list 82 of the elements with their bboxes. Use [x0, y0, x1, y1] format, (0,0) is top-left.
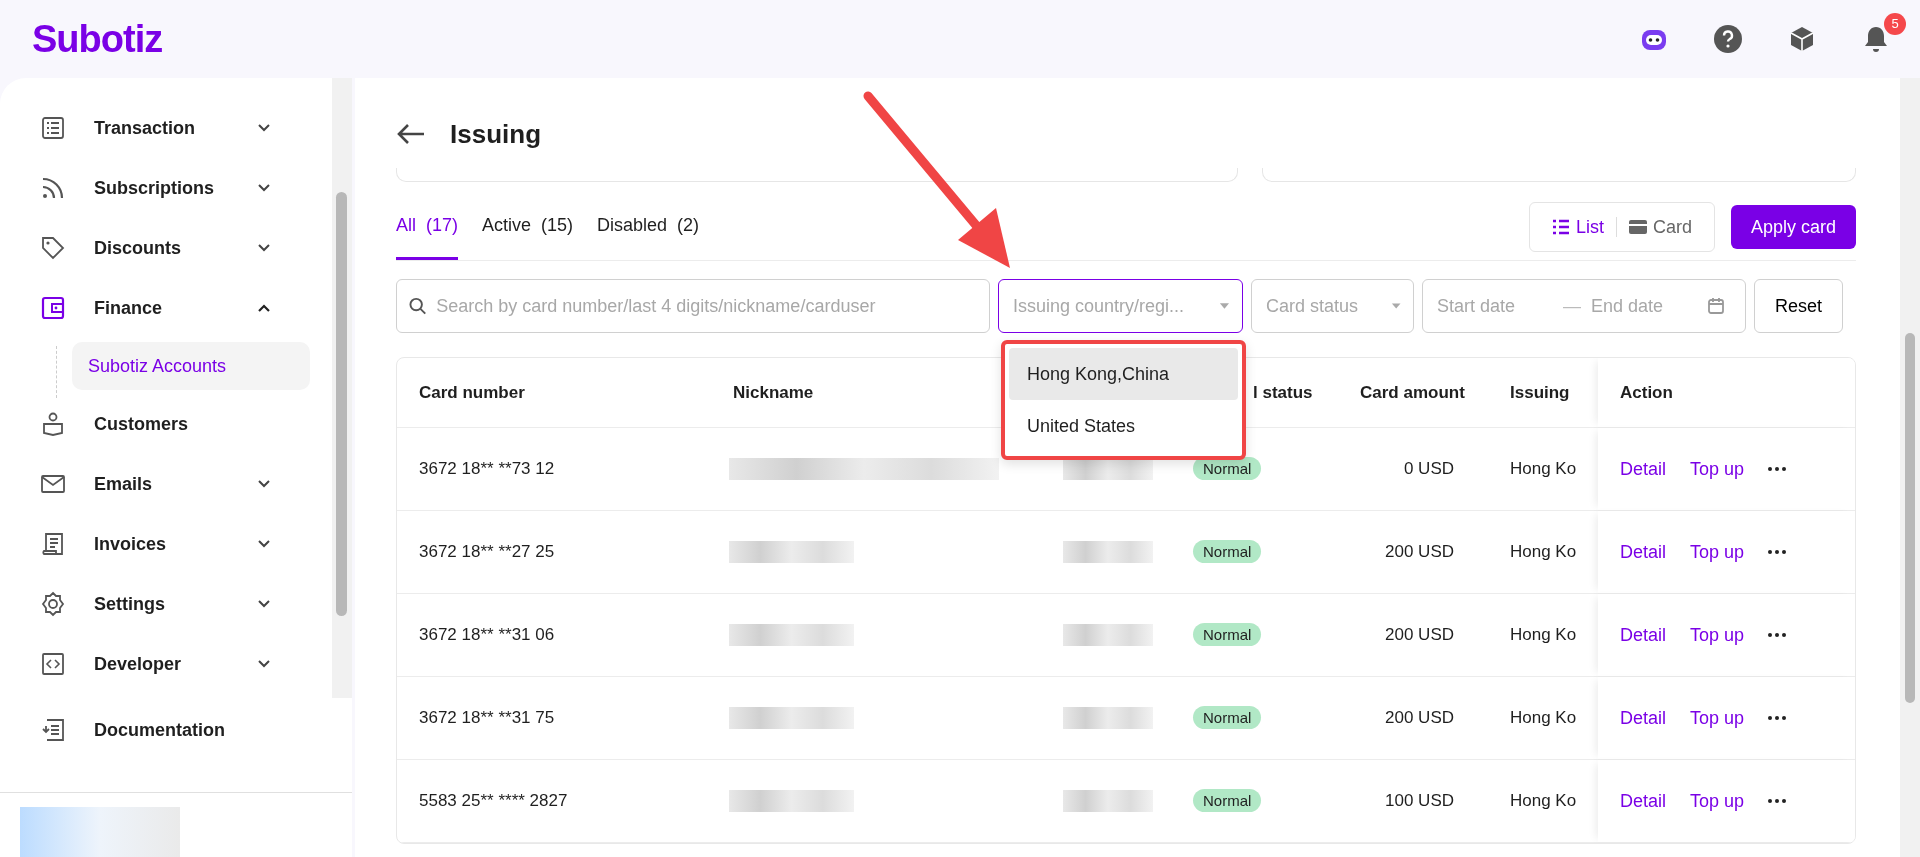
table-cell-text: 200 USD	[1384, 707, 1455, 730]
action-link[interactable]: Detail	[1620, 787, 1667, 815]
caret-icon	[1219, 302, 1230, 310]
table-cell-text: 200 USD	[1384, 541, 1455, 564]
sidebar-item[interactable]: Discounts	[0, 218, 332, 278]
table-cell-text: Hong Ko	[1509, 541, 1578, 564]
sidebar-item[interactable]: Emails	[0, 454, 332, 514]
tab[interactable]: Active (15)	[482, 194, 574, 260]
input-field[interactable]: Card status	[1264, 291, 1383, 321]
sidebar-item[interactable]: Subscriptions	[0, 158, 332, 218]
sidebar-item[interactable]: Transaction	[0, 98, 332, 158]
input-field[interactable]: Start date	[1435, 291, 1555, 321]
back-arrow-icon[interactable]	[396, 122, 426, 146]
action-link[interactable]: Top up	[1690, 787, 1745, 815]
sidebar-item[interactable]: Settings	[0, 574, 332, 634]
view-toggle-option[interactable]: List	[1543, 213, 1612, 241]
action-link[interactable]: Top up	[1690, 455, 1745, 483]
help-icon[interactable]	[1712, 23, 1744, 55]
sidebar-subitem[interactable]: Subotiz Accounts	[72, 342, 310, 390]
more-icon[interactable]	[1768, 716, 1787, 720]
status-select[interactable]: Card status	[1251, 279, 1414, 333]
table-cell-text: Hong Ko	[1509, 707, 1578, 730]
status-badge: Normal	[1193, 623, 1262, 647]
action-link[interactable]: Top up	[1690, 621, 1745, 649]
more-icon[interactable]	[1768, 633, 1787, 637]
column-header: Card amount	[1359, 381, 1466, 404]
list-icon	[1551, 219, 1570, 235]
column-header: Issuing	[1509, 381, 1571, 404]
action-link[interactable]: Detail	[1620, 621, 1667, 649]
action-link[interactable]: Detail	[1620, 455, 1667, 483]
calendar-icon	[1707, 297, 1725, 315]
input-field[interactable]: Search by card number/last 4 digits/nickname/carduser	[434, 291, 977, 321]
table-cell-text: Hong Ko	[1509, 458, 1578, 481]
input-field[interactable]: Issuing country/regi...	[1011, 291, 1212, 321]
country-select[interactable]: Issuing country/regi...	[998, 279, 1243, 333]
view-toggle-option[interactable]: Card	[1620, 213, 1700, 241]
search-field[interactable]: Search by card number/last 4 digits/nickname/carduser	[396, 279, 990, 333]
scrollbar[interactable]	[1900, 78, 1920, 857]
table-cell-text: 3672 18** **27 25	[418, 541, 556, 564]
column-header: Nickname	[732, 381, 815, 404]
card-icon	[1628, 220, 1647, 234]
caret-icon	[1390, 302, 1401, 310]
sidebar-item[interactable]: Finance	[0, 278, 332, 338]
table-cell-text: Hong Ko	[1509, 790, 1578, 813]
sidebar-item[interactable]: Customers	[0, 394, 332, 454]
more-icon[interactable]	[1768, 550, 1787, 554]
reset-button[interactable]: Reset	[1754, 279, 1844, 333]
app-logo[interactable]: Subotiz	[32, 10, 163, 68]
table-cell-text: 3672 18** **73 12	[418, 458, 556, 481]
table-cell-text: Hong Ko	[1509, 624, 1578, 647]
table-cell-text: 5583 25** **** 2827	[418, 790, 569, 813]
table-cell-text: 3672 18** **31 06	[418, 624, 556, 647]
action-link[interactable]: Detail	[1620, 538, 1667, 566]
column-header: l status	[1252, 381, 1314, 404]
input-field[interactable]: End date	[1589, 291, 1699, 321]
apply-card-button[interactable]: Apply card	[1730, 205, 1856, 249]
action-link[interactable]: Top up	[1690, 538, 1745, 566]
status-badge: Normal	[1193, 706, 1262, 730]
dropdown-option[interactable]: Hong Kong,China	[1009, 348, 1238, 400]
scrollbar[interactable]	[332, 78, 352, 698]
tab[interactable]: Disabled (2)	[597, 194, 700, 260]
table-cell-text: 3672 18** **31 75	[418, 707, 556, 730]
column-header: Action	[1620, 381, 1673, 404]
sidebar-item[interactable]: Invoices	[0, 514, 332, 574]
action-link[interactable]: Detail	[1620, 704, 1667, 732]
notification-badge: 5	[1884, 13, 1906, 35]
tab[interactable]: All (17)	[396, 194, 458, 260]
more-icon[interactable]	[1768, 467, 1787, 471]
status-badge: Normal	[1193, 789, 1262, 813]
action-link[interactable]: Top up	[1690, 704, 1745, 732]
table-cell-text: 100 USD	[1384, 790, 1455, 813]
sidebar-item[interactable]: Developer	[0, 634, 332, 694]
table-cell-text: 0 USD	[1402, 458, 1455, 481]
more-icon[interactable]	[1768, 799, 1787, 803]
status-badge: Normal	[1193, 540, 1262, 564]
table-cell-text: 200 USD	[1384, 624, 1455, 647]
column-header: Card number	[418, 381, 526, 404]
search-icon	[409, 297, 427, 315]
page-title: Issuing	[450, 117, 541, 151]
document-icon	[40, 717, 66, 743]
dropdown-option[interactable]: United States	[1009, 400, 1238, 452]
sidebar-item[interactable]: Documentation	[0, 700, 332, 760]
